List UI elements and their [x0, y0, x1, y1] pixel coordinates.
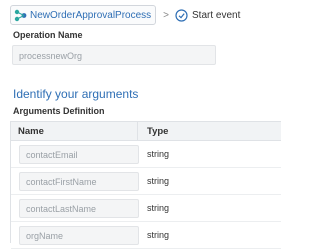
argument-type[interactable]: string [138, 203, 169, 213]
table-row: orgName string [11, 222, 281, 249]
breadcrumb-process[interactable]: NewOrderApprovalProcess [10, 5, 157, 25]
argument-name-field[interactable]: contactEmail [19, 144, 139, 164]
breadcrumb: NewOrderApprovalProcess > Start event [10, 5, 240, 25]
process-flow-icon [14, 9, 27, 21]
breadcrumb-separator: > [163, 9, 170, 21]
arguments-table: Name Type contactEmail string contactFir… [10, 121, 281, 249]
argument-type[interactable]: string [138, 176, 169, 186]
operation-name-label: Operation Name [13, 30, 83, 40]
operation-name-field[interactable]: processnewOrg [12, 45, 216, 65]
column-header-type[interactable]: Type [138, 126, 168, 137]
table-row: contactFirstName string [11, 168, 281, 195]
arguments-definition-label: Arguments Definition [13, 106, 105, 116]
section-title: Identify your arguments [13, 87, 139, 101]
table-header: Name Type [11, 121, 281, 141]
argument-name-field[interactable]: contactLastName [19, 198, 139, 218]
table-row: contactEmail string [11, 141, 281, 168]
argument-type[interactable]: string [138, 230, 169, 240]
table-row: contactLastName string [11, 195, 281, 222]
argument-type[interactable]: string [138, 149, 169, 159]
column-header-name[interactable]: Name [11, 122, 138, 140]
breadcrumb-current: Start event [192, 9, 241, 21]
argument-name-field[interactable]: contactFirstName [19, 171, 139, 191]
argument-name-field[interactable]: orgName [19, 225, 139, 245]
start-event-icon [175, 8, 188, 22]
breadcrumb-process-link[interactable]: NewOrderApprovalProcess [30, 10, 151, 21]
